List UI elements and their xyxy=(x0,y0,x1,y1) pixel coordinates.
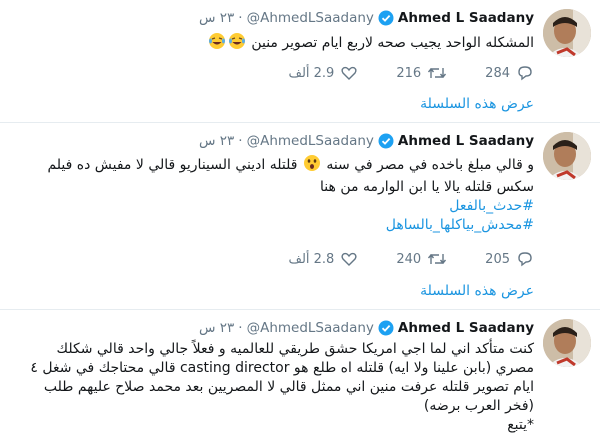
reply-icon xyxy=(518,252,532,267)
retweet-icon xyxy=(428,67,447,79)
tweet-text-line: *يتبع xyxy=(507,417,534,433)
separator-dot: · xyxy=(238,320,243,336)
retweet-button[interactable]: 240 xyxy=(396,250,447,268)
avatar[interactable] xyxy=(543,9,591,57)
reply-button[interactable]: 205 xyxy=(485,250,534,268)
tweet-text-line: ايام تصوير قلتله عرفت منين اني ممثل قالي… xyxy=(43,379,534,395)
tweet-text-line: المشكله الواحد يجيب صحه لاربع ايام تصوير… xyxy=(251,35,534,51)
hashtag-link[interactable]: #حدث_بالفعل xyxy=(10,197,534,216)
separator-dot: · xyxy=(238,133,243,149)
laughing-tears-emoji-icon xyxy=(228,32,246,56)
heart-icon xyxy=(341,252,357,266)
reply-count: 205 xyxy=(485,251,510,267)
separator-dot: · xyxy=(238,10,243,26)
tweet-text: و قالي مبلغ باخده في مصر في سنه قلتله اد… xyxy=(10,154,534,235)
hashtag-link[interactable]: #محدش_بياكلها_بالساهل xyxy=(10,216,534,235)
tweet-text-line: قلتله اديني السيناريو قالي لا مفيش ده في… xyxy=(47,157,298,173)
verified-badge-icon xyxy=(378,320,394,336)
tweet-header: Ahmed L Saadany @AhmedLSaadany · ٢٣ س xyxy=(199,320,534,336)
heart-icon xyxy=(341,66,357,80)
tweet[interactable]: Ahmed L Saadany @AhmedLSaadany · ٢٣ س و … xyxy=(0,123,600,310)
tweet-text-line: سكس قلتله يالا يا ابن الوارمه من هنا xyxy=(320,179,534,195)
reply-icon xyxy=(518,66,532,81)
like-count: 2.8 ألف xyxy=(288,251,335,267)
tweet-actions: 284 216 2.9 ألف xyxy=(250,64,534,82)
like-button[interactable]: 2.8 ألف xyxy=(288,250,358,268)
reply-count: 284 xyxy=(485,65,510,81)
avatar[interactable] xyxy=(543,319,591,367)
author-name[interactable]: Ahmed L Saadany xyxy=(398,133,534,149)
tweet-text-line: و قالي مبلغ باخده في مصر في سنه xyxy=(326,157,534,173)
author-handle[interactable]: @AhmedLSaadany xyxy=(247,320,374,336)
tweet-text-line: كنت متأكد اني لما اجي امريكا حشق طريقي ل… xyxy=(56,341,534,357)
show-thread-link[interactable]: عرض هذه السلسلة xyxy=(420,283,534,299)
retweet-icon xyxy=(428,253,447,265)
tweet-text-line: مصري (بابن علينا ولا ايه) قلتله اه طلع ه… xyxy=(30,360,534,376)
astonished-face-emoji-icon xyxy=(303,154,321,178)
author-handle[interactable]: @AhmedLSaadany xyxy=(247,10,374,26)
author-name[interactable]: Ahmed L Saadany xyxy=(398,320,534,336)
avatar[interactable] xyxy=(543,132,591,180)
show-thread-link[interactable]: عرض هذه السلسلة xyxy=(420,96,534,112)
tweet-header: Ahmed L Saadany @AhmedLSaadany · ٢٣ س xyxy=(199,10,534,26)
tweet-timestamp[interactable]: ٢٣ س xyxy=(199,133,234,149)
like-count: 2.9 ألف xyxy=(288,65,335,81)
retweet-count: 216 xyxy=(396,65,422,81)
tweet-text-line: (فخر العرب برضه) xyxy=(423,398,534,414)
tweet-actions: 205 240 2.8 ألف xyxy=(250,250,534,268)
author-handle[interactable]: @AhmedLSaadany xyxy=(247,133,374,149)
retweet-button[interactable]: 216 xyxy=(396,64,447,82)
tweet[interactable]: Ahmed L Saadany @AhmedLSaadany · ٢٣ س ال… xyxy=(0,0,600,123)
like-button[interactable]: 2.9 ألف xyxy=(288,64,358,82)
tweet-text: كنت متأكد اني لما اجي امريكا حشق طريقي ل… xyxy=(10,340,534,435)
tweet-text: المشكله الواحد يجيب صحه لاربع ايام تصوير… xyxy=(10,32,534,56)
tweet-timestamp[interactable]: ٢٣ س xyxy=(199,320,234,336)
author-name[interactable]: Ahmed L Saadany xyxy=(398,10,534,26)
verified-badge-icon xyxy=(378,133,394,149)
reply-button[interactable]: 284 xyxy=(485,64,534,82)
tweet-header: Ahmed L Saadany @AhmedLSaadany · ٢٣ س xyxy=(199,133,534,149)
tweet[interactable]: Ahmed L Saadany @AhmedLSaadany · ٢٣ س كن… xyxy=(0,310,600,442)
laughing-tears-emoji-icon xyxy=(208,32,226,56)
retweet-count: 240 xyxy=(396,251,422,267)
verified-badge-icon xyxy=(378,10,394,26)
tweet-timestamp[interactable]: ٢٣ س xyxy=(199,10,234,26)
